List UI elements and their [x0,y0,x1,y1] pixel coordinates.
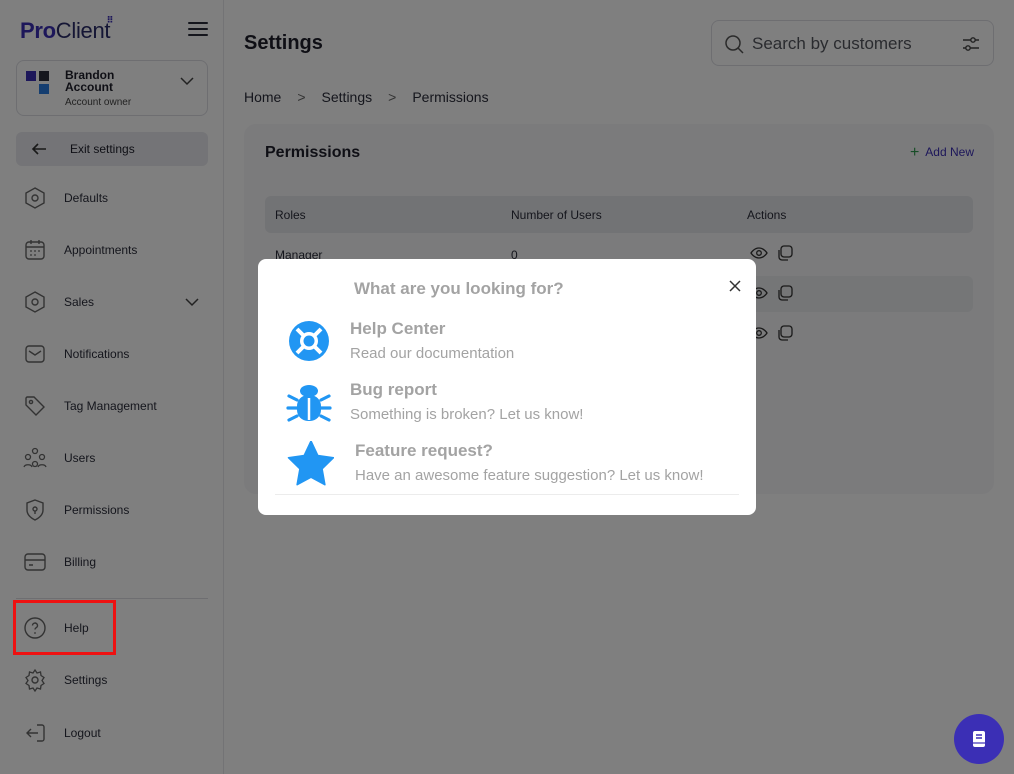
option-subtitle: Have an awesome feature suggestion? Let … [355,467,704,484]
bug-report-option[interactable]: Bug report Something is broken? Let us k… [284,380,734,436]
option-subtitle: Read our documentation [350,345,515,362]
help-modal: What are you looking for? Help Center Re… [258,259,756,515]
option-title: Help Center [350,319,446,338]
book-icon [973,731,985,747]
option-title: Feature request? [355,441,493,460]
feature-request-option[interactable]: Feature request? Have an awesome feature… [284,441,734,497]
help-highlight-box [13,600,116,655]
chat-fab-button[interactable] [954,714,1004,764]
help-center-option[interactable]: Help Center Read our documentation [284,319,734,375]
modal-title: What are you looking for? [354,279,564,298]
bug-icon [286,385,332,422]
lifebuoy-icon [289,321,329,361]
modal-divider [275,494,739,495]
star-icon [287,441,334,486]
close-icon[interactable] [728,279,742,293]
option-title: Bug report [350,380,437,399]
option-subtitle: Something is broken? Let us know! [350,406,584,423]
